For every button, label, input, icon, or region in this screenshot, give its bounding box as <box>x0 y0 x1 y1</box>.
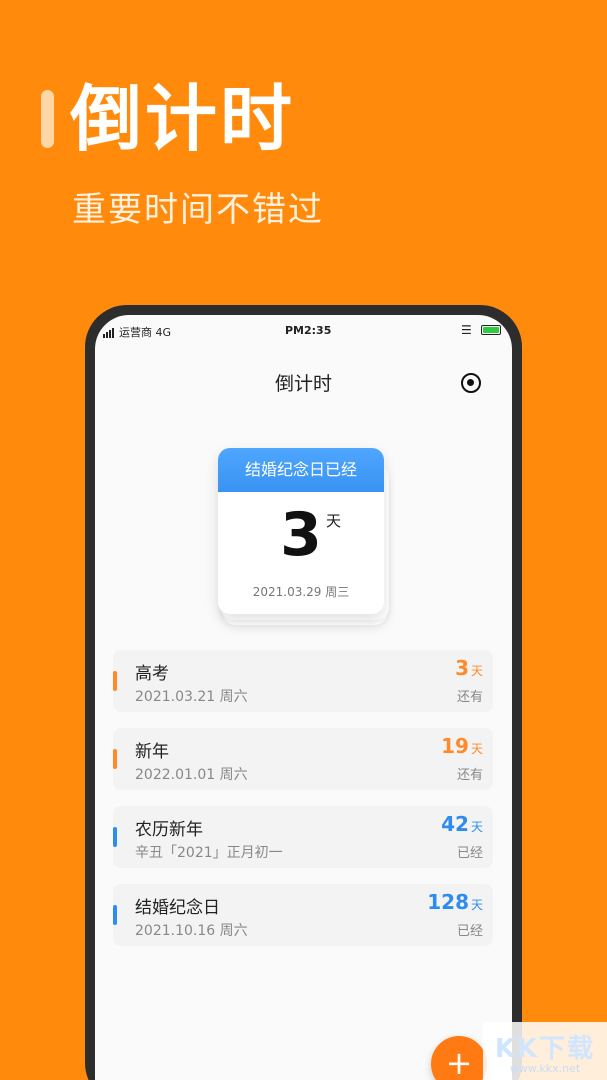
list-item[interactable]: 高考 2021.03.21 周六 3天 还有 <box>113 650 493 712</box>
item-accent-bar <box>113 749 117 769</box>
carrier-label: 运营商 4G <box>119 326 172 339</box>
phone-frame: 运营商 4G PM2:35 ☰ 倒计时 结婚纪念日已经 3 天 2021.03.… <box>85 305 522 1080</box>
item-name: 结婚纪念日 <box>135 898 220 918</box>
record-icon[interactable] <box>461 373 481 393</box>
item-count: 3天 <box>455 656 483 680</box>
featured-date: 2021.03.29 周三 <box>252 585 350 599</box>
list-item[interactable]: 农历新年 辛丑「2021」正月初一 42 天 已经 <box>113 806 493 868</box>
featured-unit: 天 <box>326 512 342 530</box>
signal-icon <box>103 325 115 338</box>
list-item[interactable]: 新年 2022.01.01 周六 19 天 还有 <box>113 728 493 790</box>
item-date: 辛丑「2021」正月初一 <box>135 845 283 861</box>
battery-icon <box>481 325 501 335</box>
watermark-logo: KK下载 www.kkx.net <box>483 1022 607 1080</box>
item-count: 19 天 <box>441 734 483 758</box>
promo-accent-bar <box>41 90 54 148</box>
item-name: 新年 <box>135 742 169 762</box>
item-accent-bar <box>113 827 117 847</box>
page-title: 倒计时 <box>274 373 332 395</box>
item-status: 还有 <box>456 690 483 705</box>
phone-screen: 运营商 4G PM2:35 ☰ 倒计时 结婚纪念日已经 3 天 2021.03.… <box>95 315 512 1080</box>
item-date: 2021.10.16 周六 <box>135 923 248 939</box>
item-name: 高考 <box>135 664 169 684</box>
item-status: 还有 <box>456 768 483 783</box>
list-item[interactable]: 结婚纪念日 2021.10.16 周六 128 天 已经 <box>113 884 493 946</box>
item-count: 128 天 <box>427 890 483 914</box>
wifi-icon: ☰ <box>461 323 472 337</box>
item-count: 42 天 <box>441 812 483 836</box>
item-date: 2022.01.01 周六 <box>135 767 248 783</box>
watermark-url: www.kkx.net <box>509 1062 581 1075</box>
featured-countdown-card[interactable]: 结婚纪念日已经 3 天 2021.03.29 周三 <box>218 448 384 614</box>
promo-subtitle: 重要时间不错过 <box>72 190 324 230</box>
item-name: 农历新年 <box>135 820 203 840</box>
item-status: 已经 <box>456 846 483 861</box>
featured-card-header: 结婚纪念日已经 <box>218 448 384 492</box>
featured-count: 3 <box>280 500 322 570</box>
item-status: 已经 <box>456 924 483 939</box>
item-date: 2021.03.21 周六 <box>135 689 248 705</box>
promo-title: 倒计时 <box>70 77 296 161</box>
status-bar: 运营商 4G PM2:35 ☰ <box>95 315 512 345</box>
item-accent-bar <box>113 671 117 691</box>
status-time: PM2:35 <box>285 324 332 337</box>
watermark-text: KK下载 <box>494 1034 596 1064</box>
item-accent-bar <box>113 905 117 925</box>
